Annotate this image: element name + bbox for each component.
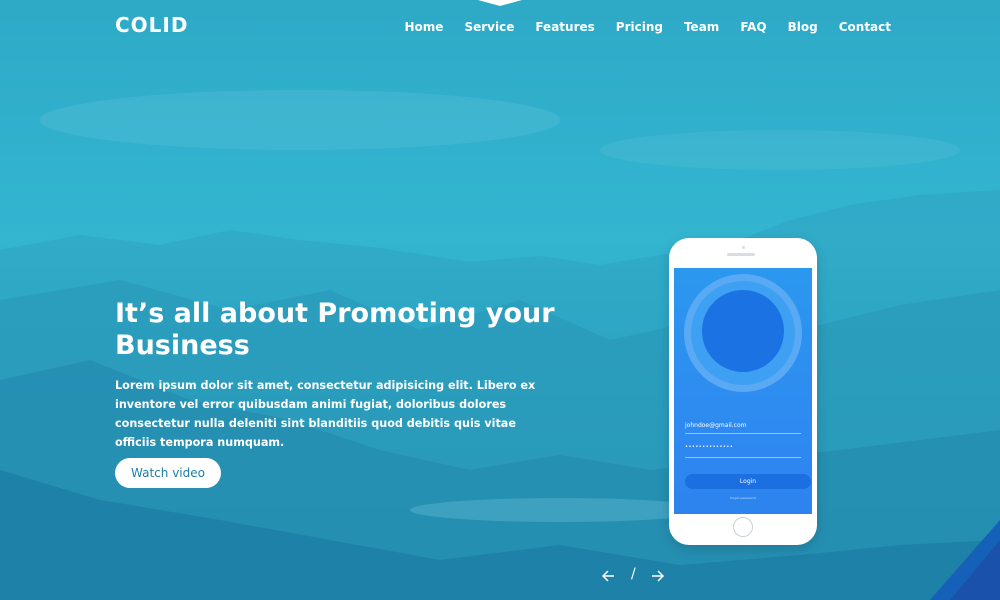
phone-camera xyxy=(742,246,745,249)
arrow-left-icon[interactable] xyxy=(600,566,616,586)
corner-decoration xyxy=(930,520,1000,600)
phone-password-field: •••••••••••••• xyxy=(685,444,801,458)
nav-item-service[interactable]: Service xyxy=(464,20,514,34)
phone-mockup: johndoe@gmail.com •••••••••••••• Login F… xyxy=(669,238,817,545)
nav-item-features[interactable]: Features xyxy=(535,20,594,34)
phone-login-button: Login xyxy=(685,474,811,489)
nav-item-faq[interactable]: FAQ xyxy=(740,20,766,34)
arrow-right-icon[interactable] xyxy=(650,566,666,586)
phone-screen: johndoe@gmail.com •••••••••••••• Login F… xyxy=(674,268,812,514)
logo-circle-icon xyxy=(702,290,784,372)
nav-item-pricing[interactable]: Pricing xyxy=(616,20,663,34)
navbar: COLID Home Service Features Pricing Team… xyxy=(0,0,1000,55)
nav-item-home[interactable]: Home xyxy=(405,20,444,34)
nav-menu: Home Service Features Pricing Team FAQ B… xyxy=(384,20,891,34)
phone-email-field: johndoe@gmail.com xyxy=(685,418,801,434)
nav-item-team[interactable]: Team xyxy=(684,20,719,34)
nav-active-indicator xyxy=(478,0,522,6)
slider-controls: / xyxy=(600,566,670,586)
phone-forgot-password: Forgot password? xyxy=(729,496,757,500)
watch-video-button[interactable]: Watch video xyxy=(115,458,221,488)
nav-item-contact[interactable]: Contact xyxy=(839,20,891,34)
hero-paragraph: Lorem ipsum dolor sit amet, consectetur … xyxy=(115,379,536,449)
hero-headline: It’s all about Promoting your Business xyxy=(115,298,555,361)
brand-logo[interactable]: COLID xyxy=(115,13,188,37)
slider-separator: / xyxy=(631,566,636,582)
phone-speaker xyxy=(727,253,755,256)
phone-home-button xyxy=(733,517,753,537)
nav-item-blog[interactable]: Blog xyxy=(788,20,818,34)
